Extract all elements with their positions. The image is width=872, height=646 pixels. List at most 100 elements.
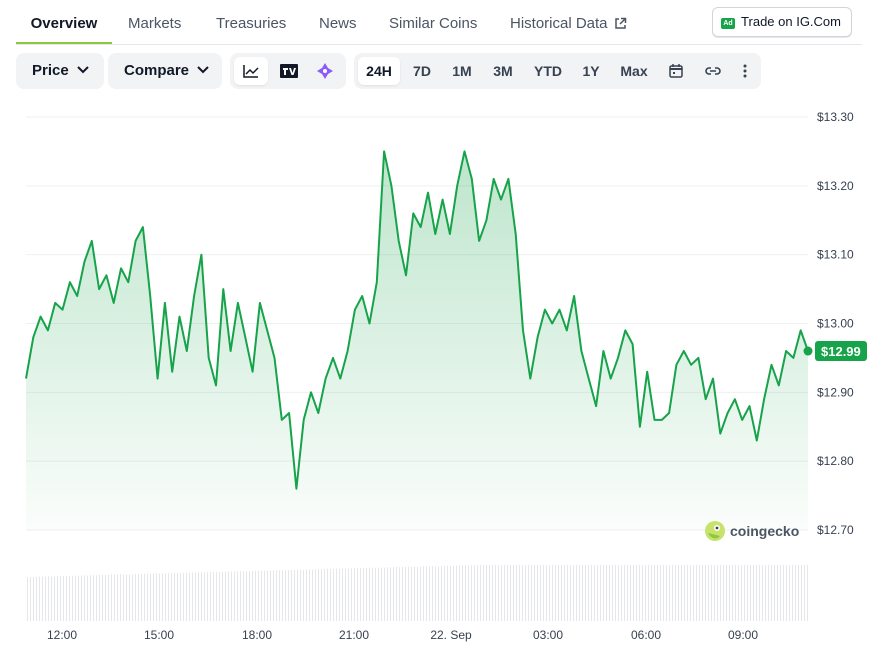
tab-treasuries[interactable]: Treasuries [216,0,286,42]
volume-bar [285,570,286,621]
volume-bar [78,575,79,621]
trade-button[interactable]: Ad Trade on IG.Com [712,7,852,37]
volume-bar [168,573,169,621]
price-point [171,371,173,373]
price-point [420,226,422,228]
more-icon [743,64,747,78]
volume-bar [432,566,433,621]
tradingview-button[interactable] [272,57,306,85]
share-link-button[interactable] [696,57,730,85]
volume-bar [414,566,415,621]
price-point [83,261,85,263]
price-point [76,295,78,297]
volume-bar [429,566,430,621]
volume-bar [237,571,238,621]
tab-news[interactable]: News [319,0,357,42]
line-chart-button[interactable] [234,57,268,85]
volume-bar [411,566,412,621]
volume-bar [711,565,712,621]
volume-bar [381,567,382,621]
volume-bar [48,576,49,621]
volume-bar [255,570,256,621]
tab-markets[interactable]: Markets [128,0,181,42]
coingecko-logo-icon [705,521,725,541]
volume-bar [216,571,217,621]
price-point [690,364,692,366]
volume-bar [639,565,640,621]
volume-bar [690,565,691,621]
tab-overview[interactable]: Overview [16,0,112,44]
range-7d[interactable]: 7D [404,57,440,85]
price-point [244,336,246,338]
volume-bar [189,572,190,621]
volume-bar [804,565,805,621]
volume-bar [177,573,178,621]
volume-bar [294,569,295,621]
volume-bar [39,576,40,621]
volume-bar [543,565,544,621]
volume-bar [507,565,508,621]
calendar-button[interactable] [660,57,692,85]
price-point [215,384,217,386]
volume-bar [66,575,67,621]
volume-bar [120,574,121,621]
x-tick-label: 18:00 [242,628,272,642]
price-point [332,357,334,359]
volume-bar [453,565,454,621]
volume-bar [771,565,772,621]
volume-bar [501,565,502,621]
volume-bar [126,574,127,621]
price-point [32,336,34,338]
range-1m[interactable]: 1M [444,57,480,85]
price-point [25,378,27,380]
price-point [230,350,232,352]
volume-bar [27,577,28,621]
volume-bar [591,565,592,621]
volume-bar [303,569,304,621]
compare-dropdown[interactable]: Compare [108,53,222,89]
volume-bar [579,565,580,621]
volume-bar [537,565,538,621]
volume-bar [555,565,556,621]
range-ytd[interactable]: YTD [526,57,570,85]
price-point [427,192,429,194]
volume-bar [489,565,490,621]
volume-bar [495,565,496,621]
price-point [54,302,56,304]
price-point [646,371,648,373]
volume-bar [333,568,334,621]
range-24h[interactable]: 24H [358,57,400,85]
price-point [222,288,224,290]
price-point [376,281,378,283]
volume-bar [510,565,511,621]
volume-bar [483,565,484,621]
tab-similar-coins[interactable]: Similar Coins [389,0,477,42]
price-point [610,378,612,380]
volume-bar [291,569,292,621]
range-3m[interactable]: 3M [484,57,522,85]
price-point [186,350,188,352]
more-options-button[interactable] [734,57,756,85]
volume-bar [633,565,634,621]
y-tick-label: $13.30 [817,110,854,124]
price-dropdown[interactable]: Price [16,53,104,89]
price-point [390,185,392,187]
volume-bar [408,566,409,621]
price-point [778,384,780,386]
volume-bar [204,572,205,621]
volume-bar [360,568,361,621]
volume-bar [744,565,745,621]
volume-bar [201,572,202,621]
volume-bar [132,574,133,621]
price-point [515,233,517,235]
price-chart[interactable]: $13.30 $13.20 $13.10 $13.00 $12.90 $12.80 $12.… [0,100,872,646]
volume-bar [306,569,307,621]
range-1y[interactable]: 1Y [574,57,608,85]
volume-bar [246,571,247,621]
price-point [580,350,582,352]
tab-historical-data[interactable]: Historical Data [510,0,627,42]
volume-bar [747,565,748,621]
range-max[interactable]: Max [612,57,656,85]
volume-bar [330,568,331,621]
sparkle-button[interactable] [308,57,342,85]
